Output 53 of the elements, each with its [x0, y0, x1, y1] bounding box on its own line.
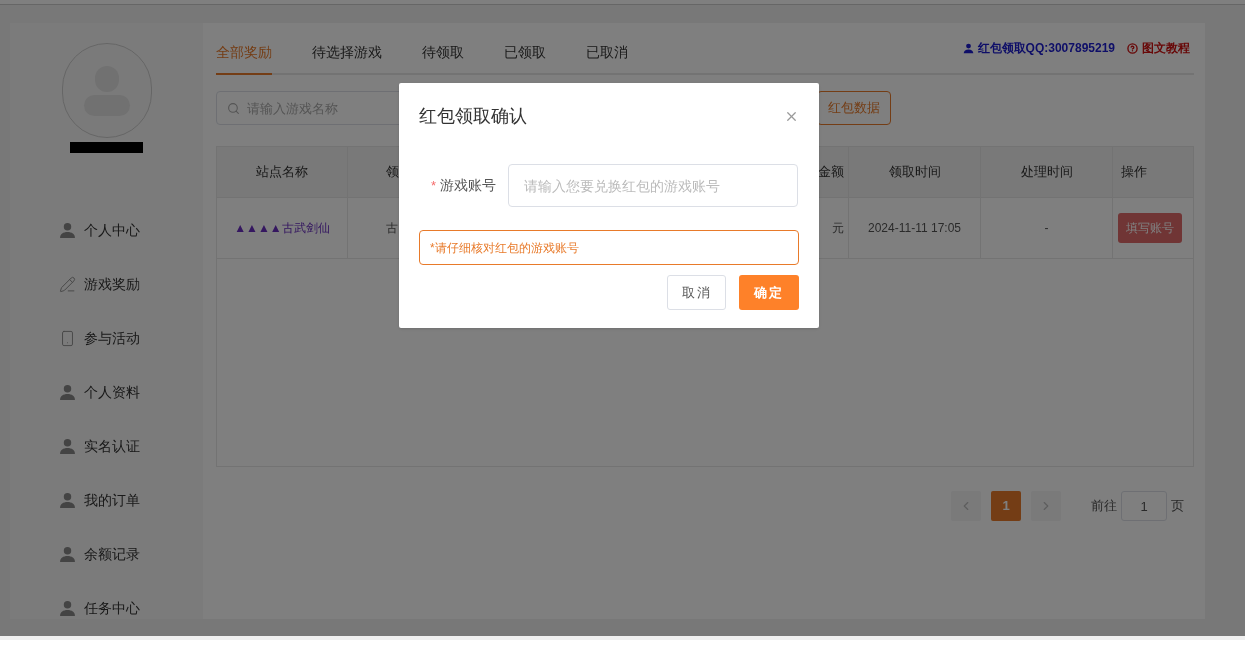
column-header: 金额 — [818, 163, 844, 182]
column-header: 领 — [386, 163, 399, 182]
sidebar-item[interactable]: 实名认证 — [59, 435, 203, 457]
sidebar-item[interactable]: 游戏奖励 — [59, 273, 203, 295]
sidebar-item[interactable]: 我的订单 — [59, 489, 203, 511]
account-input[interactable]: 请输入您要兑换红包的游戏账号 — [508, 164, 799, 207]
page-input[interactable]: 1 — [1121, 491, 1167, 521]
table-cell-text: - — [1044, 220, 1049, 237]
sidebar-item[interactable]: 个人中心 — [59, 219, 203, 241]
person-icon — [59, 491, 76, 509]
search-icon — [227, 102, 240, 115]
sidebar-item[interactable]: 参与活动 — [59, 327, 203, 349]
notice-box: *请仔细核对红包的游戏账号 — [419, 230, 799, 265]
header-link[interactable]: 图文教程 — [1127, 39, 1190, 57]
column-header: 领取时间 — [888, 163, 941, 182]
person-icon — [59, 545, 76, 563]
pencil-icon — [59, 275, 76, 293]
page-button[interactable]: 1 — [991, 491, 1021, 521]
column-header: 处理时间 — [1020, 163, 1073, 182]
goto-label: 前往 — [1091, 497, 1117, 516]
page-suffix: 页 — [1171, 497, 1184, 516]
tab[interactable]: 全部奖励 — [216, 42, 272, 75]
tab[interactable]: 已领取 — [504, 42, 546, 75]
dialog-title: 红包领取确认 — [419, 105, 527, 128]
field-label: 游戏账号 — [440, 176, 497, 195]
sidebar-item[interactable]: 任务中心 — [59, 597, 203, 619]
previous-page-button[interactable] — [951, 491, 981, 521]
tab[interactable]: 待选择游戏 — [312, 42, 382, 75]
required-mark: * — [431, 176, 437, 195]
close-button[interactable] — [784, 109, 799, 124]
site-link[interactable]: ▲▲▲▲古武剑仙 — [234, 219, 330, 237]
person-icon — [59, 221, 76, 239]
person-icon — [59, 599, 76, 617]
table-cell-text: 古 — [386, 220, 398, 237]
fill-account-button[interactable]: 填写账号 — [1118, 213, 1182, 243]
person-icon — [59, 383, 76, 401]
person-icon — [962, 42, 974, 54]
header-link[interactable]: 红包领取QQ:3007895219 — [962, 39, 1115, 57]
table-cell-text: 元 — [832, 220, 844, 237]
next-page-button[interactable] — [1031, 491, 1061, 521]
tab[interactable]: 已取消 — [586, 42, 628, 75]
sidebar-item[interactable]: 个人资料 — [59, 381, 203, 403]
phone-icon — [59, 329, 76, 347]
confirm-button[interactable]: 确定 — [739, 275, 799, 310]
person-icon — [59, 437, 76, 455]
tab[interactable]: 待领取 — [422, 42, 464, 75]
cancel-button[interactable]: 取消 — [667, 275, 726, 310]
column-header: 操作 — [1121, 163, 1147, 182]
close-icon — [784, 109, 799, 124]
help-icon — [1127, 42, 1138, 54]
sidebar-item[interactable]: 余额记录 — [59, 543, 203, 565]
table-cell-text: 2024-11-11 17:05 — [868, 220, 961, 237]
column-header: 站点名称 — [256, 163, 308, 182]
